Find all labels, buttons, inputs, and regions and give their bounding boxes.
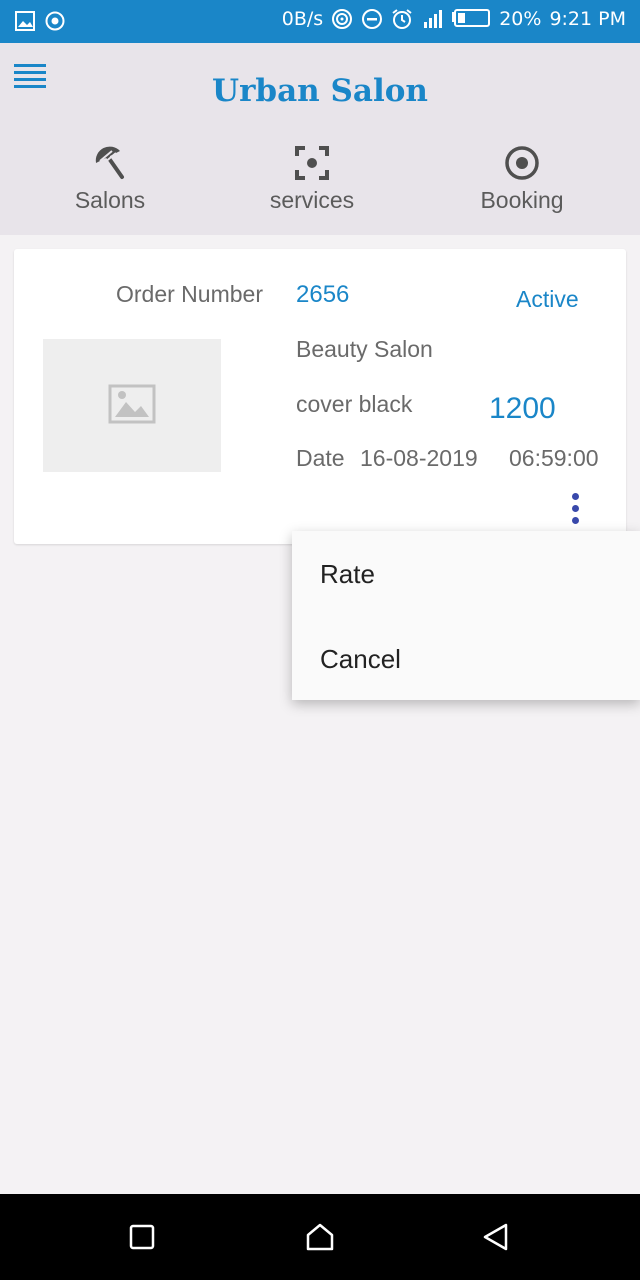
salon-umbrella-icon <box>95 146 124 179</box>
gallery-icon <box>15 11 35 31</box>
back-triangle-icon[interactable] <box>480 1221 512 1253</box>
price: 1200 <box>489 392 556 425</box>
image-placeholder <box>43 339 221 472</box>
app-header: Urban Salon Salons services Booking <box>0 43 640 235</box>
tab-services[interactable]: services <box>222 143 402 214</box>
image-placeholder-icon <box>108 384 156 424</box>
service-name: cover black <box>296 391 413 417</box>
order-time: 06:59:00 <box>509 445 599 471</box>
home-icon[interactable] <box>304 1221 336 1253</box>
recents-square-icon[interactable] <box>126 1221 158 1253</box>
status-right: 0B/s 20% 9:21 PM <box>282 8 626 30</box>
record-icon <box>45 11 65 31</box>
focus-target-icon <box>295 146 329 180</box>
signal-icon <box>424 10 443 28</box>
dnd-icon <box>362 9 383 29</box>
status-bar: 0B/s 20% 9:21 PM <box>0 0 640 43</box>
tab-label: Salons <box>74 187 146 213</box>
menu-item-cancel[interactable]: Cancel <box>320 644 401 675</box>
tab-booking[interactable]: Booking <box>432 143 612 214</box>
order-number-label: Order Number <box>116 281 263 307</box>
battery-icon <box>452 9 491 27</box>
popup-menu: Rate Cancel <box>292 531 640 700</box>
alarm-icon <box>392 9 412 29</box>
app-title: Urban Salon <box>212 73 428 109</box>
tab-salons[interactable]: Salons <box>20 143 200 214</box>
tab-label: Booking <box>480 187 564 213</box>
radio-target-icon <box>505 146 539 180</box>
status-left-icons <box>14 10 66 32</box>
battery-percent: 20% <box>499 8 542 30</box>
date-label: Date <box>296 445 345 471</box>
order-card[interactable]: Order Number 2656 Active Beauty Salon co… <box>14 249 626 544</box>
system-nav-bar <box>0 1194 640 1280</box>
clock: 9:21 PM <box>549 8 626 30</box>
more-vert-icon[interactable] <box>566 493 584 525</box>
salon-name: Beauty Salon <box>296 336 433 362</box>
status-badge: Active <box>516 286 579 312</box>
order-date: 16-08-2019 <box>360 445 478 471</box>
net-speed: 0B/s <box>281 8 324 30</box>
tab-label: services <box>269 187 355 213</box>
order-number-value: 2656 <box>296 281 350 308</box>
hotspot-icon <box>332 9 353 29</box>
menu-item-rate[interactable]: Rate <box>320 559 375 590</box>
